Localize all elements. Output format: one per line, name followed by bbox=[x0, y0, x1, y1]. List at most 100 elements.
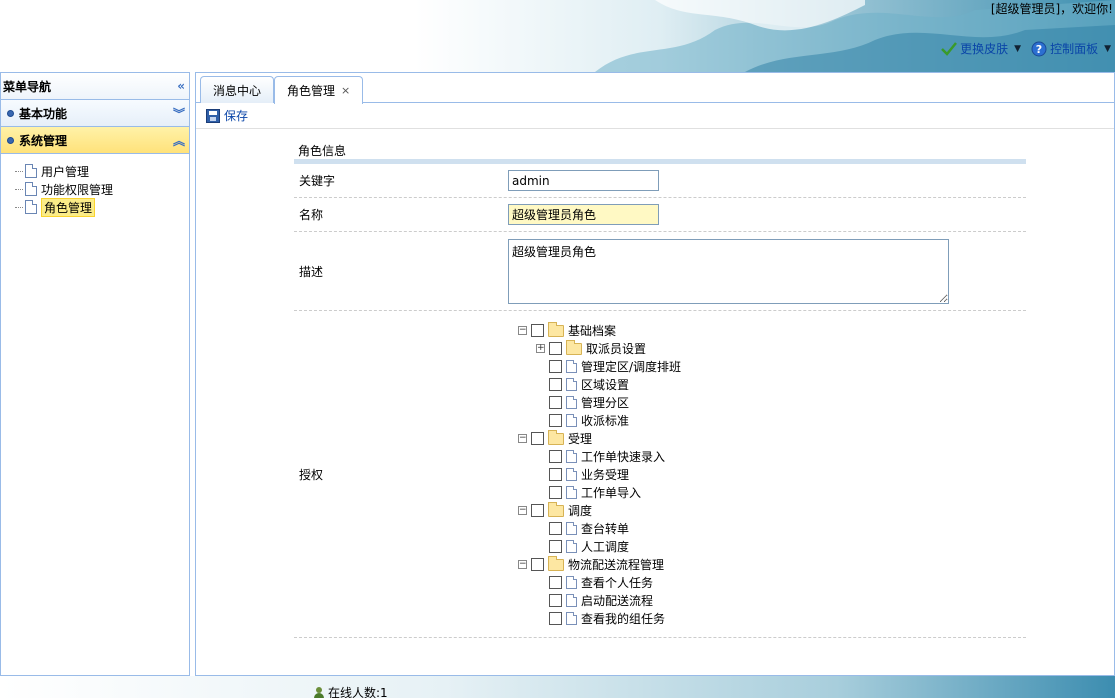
welcome-text: [超级管理员]，欢迎你! bbox=[990, 2, 1113, 16]
document-icon bbox=[566, 486, 577, 499]
toolbar: 保存 bbox=[196, 103, 1114, 129]
close-tab-icon[interactable]: × bbox=[341, 84, 350, 97]
tree-checkbox[interactable] bbox=[549, 342, 562, 355]
menu-item-permission-management[interactable]: 功能权限管理 bbox=[15, 180, 189, 198]
tree-checkbox[interactable] bbox=[549, 612, 562, 625]
change-skin-label: 更换皮肤 bbox=[960, 42, 1009, 56]
tree-node-leaf[interactable]: 启动配送流程 bbox=[518, 592, 681, 610]
tree-collapse-switch[interactable]: − bbox=[518, 326, 527, 335]
main-content-panel: 消息中心 角色管理 × 保存 角色信息 关键字 名称 描述 超级管理员角色 授权 bbox=[195, 72, 1115, 676]
tree-checkbox[interactable] bbox=[549, 594, 562, 607]
tree-checkbox[interactable] bbox=[549, 540, 562, 553]
accordion-basic-functions[interactable]: 基本功能 ︾ bbox=[1, 100, 189, 127]
save-button[interactable]: 保存 bbox=[224, 107, 248, 124]
collapse-up-icon[interactable]: ︽ bbox=[173, 132, 185, 149]
tree-node-label: 调度 bbox=[568, 504, 593, 518]
tree-collapse-switch[interactable]: − bbox=[518, 560, 527, 569]
tree-node-dispatch[interactable]: − 调度 bbox=[518, 501, 681, 520]
svg-text:?: ? bbox=[1036, 43, 1042, 56]
tree-node-leaf[interactable]: 查台转单 bbox=[518, 520, 681, 538]
document-icon bbox=[566, 540, 577, 553]
tree-node-basic-archives[interactable]: − 基础档案 bbox=[518, 321, 681, 340]
menu-item-user-management[interactable]: 用户管理 bbox=[15, 162, 189, 180]
tree-node-label: 查看我的组任务 bbox=[581, 612, 666, 626]
tree-node-leaf[interactable]: 工作单快速录入 bbox=[518, 448, 681, 466]
tree-checkbox[interactable] bbox=[549, 468, 562, 481]
accordion-system-management[interactable]: 系统管理 ︽ bbox=[1, 127, 189, 154]
tree-collapse-switch[interactable]: − bbox=[518, 434, 527, 443]
tree-node-leaf[interactable]: 业务受理 bbox=[518, 466, 681, 484]
save-icon[interactable] bbox=[206, 108, 220, 123]
tree-checkbox[interactable] bbox=[531, 558, 544, 571]
help-icon: ? bbox=[1031, 41, 1047, 56]
tree-checkbox[interactable] bbox=[549, 576, 562, 589]
page-icon bbox=[25, 182, 37, 196]
tree-checkbox[interactable] bbox=[549, 396, 562, 409]
menu-item-label: 角色管理 bbox=[41, 197, 96, 217]
description-textarea[interactable]: 超级管理员角色 bbox=[508, 238, 949, 304]
document-icon bbox=[566, 360, 577, 373]
tree-node-leaf[interactable]: 管理分区 bbox=[518, 394, 681, 412]
collapse-panel-icon[interactable]: « bbox=[177, 79, 185, 93]
section-title: 角色信息 bbox=[298, 143, 347, 158]
change-skin-menu[interactable]: 更换皮肤 ▼ bbox=[941, 40, 1021, 57]
name-label: 名称 bbox=[299, 208, 324, 222]
tree-node-label: 管理定区/调度排班 bbox=[581, 360, 682, 374]
tree-checkbox[interactable] bbox=[549, 522, 562, 535]
nav-header: 菜单导航 « bbox=[1, 73, 189, 100]
tab-bar: 消息中心 角色管理 × bbox=[196, 73, 1114, 104]
folder-icon bbox=[548, 501, 564, 517]
tree-node-leaf[interactable]: 人工调度 bbox=[518, 538, 681, 556]
tree-node-label: 受理 bbox=[568, 432, 593, 446]
tree-checkbox[interactable] bbox=[531, 504, 544, 517]
tree-node-leaf[interactable]: 区域设置 bbox=[518, 376, 681, 394]
bullet-icon bbox=[7, 109, 14, 117]
folder-icon bbox=[548, 321, 564, 337]
expand-down-icon[interactable]: ︾ bbox=[173, 105, 185, 122]
tree-node-leaf[interactable]: 查看个人任务 bbox=[518, 574, 681, 592]
document-icon bbox=[566, 594, 577, 607]
tree-node-leaf[interactable]: 工作单导入 bbox=[518, 484, 681, 502]
tab-message-center[interactable]: 消息中心 bbox=[200, 76, 275, 103]
tree-node-label: 取派员设置 bbox=[586, 342, 647, 356]
tree-checkbox[interactable] bbox=[549, 378, 562, 391]
document-icon bbox=[566, 450, 577, 463]
tree-expand-switch[interactable]: + bbox=[536, 344, 545, 353]
tree-checkbox[interactable] bbox=[549, 414, 562, 427]
tree-node-leaf[interactable]: 查看我的组任务 bbox=[518, 610, 681, 628]
page-icon bbox=[25, 164, 37, 178]
tree-node-label: 物流配送流程管理 bbox=[568, 558, 665, 572]
document-icon bbox=[566, 378, 577, 391]
checkmark-icon bbox=[941, 41, 958, 56]
name-row: 名称 bbox=[294, 198, 1026, 232]
folder-icon bbox=[566, 339, 582, 355]
menu-item-role-management[interactable]: 角色管理 bbox=[15, 197, 189, 217]
control-panel-menu[interactable]: ? 控制面板 ▼ bbox=[1031, 40, 1111, 57]
tree-checkbox[interactable] bbox=[549, 450, 562, 463]
keyword-row: 关键字 bbox=[294, 164, 1026, 198]
tree-checkbox[interactable] bbox=[531, 432, 544, 445]
tree-node-courier-settings[interactable]: + 取派员设置 bbox=[518, 339, 681, 358]
tree-node-label: 人工调度 bbox=[581, 540, 630, 554]
tree-checkbox[interactable] bbox=[549, 486, 562, 499]
tree-checkbox[interactable] bbox=[549, 360, 562, 373]
tree-collapse-switch[interactable]: − bbox=[518, 506, 527, 515]
name-input[interactable] bbox=[508, 204, 659, 225]
authorization-tree: − 基础档案 + 取派员设置 管理定区/调度排班 区域设置 管理分区 收派标准 … bbox=[508, 311, 681, 638]
tree-node-acceptance[interactable]: − 受理 bbox=[518, 429, 681, 448]
user-icon bbox=[313, 686, 325, 698]
document-icon bbox=[566, 612, 577, 625]
footer-bar: 在线人数:1 bbox=[0, 676, 1115, 698]
tree-node-leaf[interactable]: 管理定区/调度排班 bbox=[518, 358, 681, 376]
chevron-down-icon: ▼ bbox=[1014, 43, 1022, 54]
keyword-input[interactable] bbox=[508, 170, 659, 191]
tree-node-leaf[interactable]: 收派标准 bbox=[518, 412, 681, 430]
tree-node-label: 工作单快速录入 bbox=[581, 450, 666, 464]
nav-title: 菜单导航 bbox=[3, 79, 52, 94]
tree-checkbox[interactable] bbox=[531, 324, 544, 337]
tree-node-logistics-workflow[interactable]: − 物流配送流程管理 bbox=[518, 555, 681, 574]
menu-item-label: 功能权限管理 bbox=[41, 182, 114, 197]
tab-role-management[interactable]: 角色管理 × bbox=[274, 76, 364, 104]
authorization-row: 授权 − 基础档案 + 取派员设置 管理定区/调度排班 区域设置 管理分区 收派… bbox=[294, 311, 1026, 638]
folder-icon bbox=[548, 555, 564, 571]
